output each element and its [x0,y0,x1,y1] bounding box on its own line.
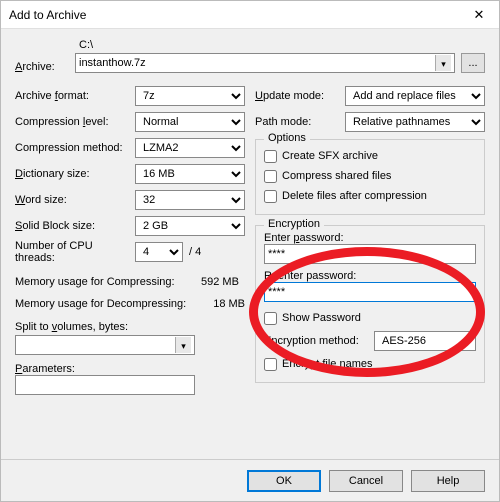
sfx-checkbox[interactable]: Create SFX archive [264,146,476,166]
enter-password-label: Enter password: [264,232,476,244]
cpu-threads-max: / 4 [189,246,201,258]
update-mode-select[interactable]: Add and replace files [345,86,485,106]
cpu-threads-select[interactable]: 4 [135,242,183,262]
chevron-down-icon[interactable]: ▾ [175,337,191,353]
parameters-label: Parameters: [15,363,245,375]
split-volumes-label: Split to volumes, bytes: [15,321,245,333]
encryption-group-title: Encryption [264,218,324,230]
mem-decompress-value: 18 MB [213,298,245,310]
mem-compress-label: Memory usage for Compressing: [15,276,175,288]
path-mode-label: Path mode: [255,116,345,128]
shared-checkbox[interactable]: Compress shared files [264,166,476,186]
compression-method-label: Compression method: [15,142,135,154]
archive-name-value: instanthow.7z [79,57,146,69]
close-button[interactable]: ✕ [459,1,499,29]
compression-level-label: Compression level: [15,116,135,128]
chevron-down-icon[interactable]: ▾ [435,55,451,71]
cpu-threads-label: Number of CPU threads: [15,240,135,264]
dictionary-size-label: Dictionary size: [15,168,135,180]
window-title: Add to Archive [9,8,86,22]
enter-password-input[interactable] [264,244,476,264]
dialog-footer: OK Cancel Help [1,459,499,501]
archive-label: Archive: [15,61,75,73]
update-mode-label: Update mode: [255,90,345,102]
encryption-method-select[interactable]: AES-256 [374,331,476,351]
compression-method-select[interactable]: LZMA2 [135,138,245,158]
delete-after-checkbox[interactable]: Delete files after compression [264,186,476,206]
solid-block-select[interactable]: 2 GB [135,216,245,236]
archive-format-label: Archive format: [15,90,135,102]
ok-button[interactable]: OK [247,470,321,492]
titlebar: Add to Archive ✕ [1,1,499,29]
encryption-group: Encryption Enter password: Reenter passw… [255,225,485,383]
options-group: Options Create SFX archive Compress shar… [255,139,485,215]
solid-block-label: Solid Block size: [15,220,135,232]
compression-level-select[interactable]: Normal [135,112,245,132]
dictionary-size-select[interactable]: 16 MB [135,164,245,184]
options-group-title: Options [264,132,310,144]
encryption-method-label: Encryption method: [264,335,374,347]
mem-decompress-label: Memory usage for Decompressing: [15,298,186,310]
archive-path: C:\ [79,39,455,51]
help-button[interactable]: Help [411,470,485,492]
add-to-archive-dialog: Add to Archive ✕ Archive: C:\ instanthow… [0,0,500,502]
encrypt-filenames-checkbox[interactable]: Encrypt file names [264,354,476,374]
split-volumes-combo[interactable]: ▾ [15,335,195,355]
archive-name-combo[interactable]: instanthow.7z ▾ [75,53,455,73]
show-password-checkbox[interactable]: Show Password [264,308,476,328]
browse-button[interactable]: ... [461,53,485,73]
reenter-password-input[interactable] [264,282,476,302]
archive-format-select[interactable]: 7z [135,86,245,106]
reenter-password-label: Reenter password: [264,270,476,282]
cancel-button[interactable]: Cancel [329,470,403,492]
word-size-label: Word size: [15,194,135,206]
path-mode-select[interactable]: Relative pathnames [345,112,485,132]
word-size-select[interactable]: 32 [135,190,245,210]
parameters-input[interactable] [15,375,195,395]
mem-compress-value: 592 MB [201,276,245,288]
